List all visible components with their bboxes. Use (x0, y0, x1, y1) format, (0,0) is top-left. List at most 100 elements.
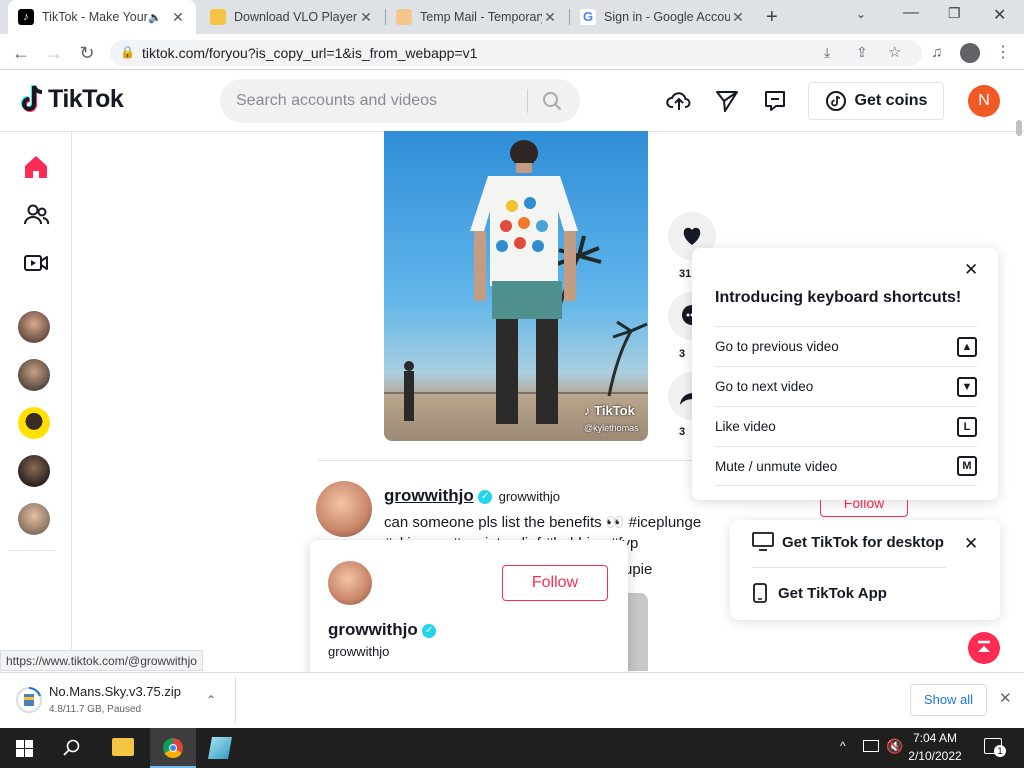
shortcut-row: Go to previous video ▲ (715, 326, 977, 366)
post-follow-button[interactable]: Follow (820, 500, 908, 517)
followed-account-avatar[interactable] (18, 407, 50, 439)
chrome-taskbar-button[interactable] (150, 728, 196, 768)
network-icon[interactable] (863, 740, 879, 752)
shortcut-label: Go to next video (715, 379, 814, 394)
share-icon[interactable]: ⇪ (856, 44, 868, 61)
home-icon[interactable] (22, 153, 50, 181)
clock-time[interactable]: 7:04 AM (904, 731, 966, 745)
get-app-popup: Get TikTok for desktop ✕ Get TikTok App (730, 520, 1000, 620)
tab-search-icon[interactable]: ⌄ (856, 7, 866, 21)
download-filename[interactable]: No.Mans.Sky.v3.75.zip (49, 684, 181, 699)
live-icon[interactable] (22, 249, 50, 277)
hovercard-username[interactable]: growwithjo (328, 620, 418, 639)
windows-start-icon[interactable] (16, 740, 33, 757)
chevron-up-icon[interactable]: ⌃ (206, 693, 216, 707)
get-coins-button[interactable]: Get coins (808, 82, 944, 120)
video-player[interactable]: ♪ TikTok @kylethomas (384, 131, 648, 441)
google-favicon-icon: G (580, 9, 596, 25)
media-control-icon[interactable]: ♫ (926, 42, 948, 64)
post-music[interactable]: upie (624, 561, 652, 578)
shortcut-row: Mute / unmute video M (715, 446, 977, 486)
inbox-send-icon[interactable] (714, 88, 740, 114)
clock-date[interactable]: 2/10/2022 (904, 749, 966, 763)
next-video-thumbnail[interactable] (626, 593, 648, 671)
tab-title: TikTok - Make Your Day (42, 10, 148, 24)
new-tab-icon[interactable]: + (766, 6, 778, 29)
install-app-icon[interactable]: ⤓ (824, 44, 830, 61)
close-tab-icon[interactable]: ✕ (358, 9, 374, 26)
url-bar[interactable]: 🔒 tiktok.com/foryou?is_copy_url=1&is_fro… (110, 40, 922, 66)
getapp-divider (752, 567, 946, 568)
tab-tiktok[interactable]: ♪ TikTok - Make Your Day 🔈 ✕ (8, 0, 196, 34)
scroll-to-top-button[interactable] (968, 632, 1000, 664)
volume-muted-icon[interactable]: 🔇 (886, 738, 903, 755)
followed-account-avatar[interactable] (18, 455, 50, 487)
chrome-icon-center (169, 744, 177, 752)
get-desktop-label: Get TikTok for desktop (782, 533, 944, 551)
messages-icon[interactable] (762, 88, 788, 114)
audio-playing-icon[interactable]: 🔈 (148, 11, 162, 24)
tab-vlo[interactable]: Download VLO Player ✕ (200, 0, 384, 34)
bookmark-star-icon[interactable]: ☆ (888, 43, 901, 61)
app-taskbar-icon[interactable] (208, 737, 232, 759)
windows-taskbar: ^ 🔇 7:04 AM 2/10/2022 1 (0, 728, 1024, 768)
download-bar: No.Mans.Sky.v3.75.zip 4.8/11.7 GB, Pause… (0, 672, 1024, 728)
followed-account-avatar[interactable] (18, 359, 50, 391)
vlo-favicon-icon (210, 9, 226, 25)
post-author-avatar[interactable] (316, 481, 372, 537)
get-desktop-link[interactable]: Get TikTok for desktop (752, 532, 944, 552)
close-download-bar-icon[interactable]: ✕ (999, 689, 1012, 707)
video-frame (384, 140, 648, 424)
taskbar-search-icon[interactable] (63, 739, 81, 757)
tiktok-logo[interactable]: TikTok (20, 84, 124, 114)
m-key-icon: M (957, 456, 977, 476)
file-explorer-icon[interactable] (112, 738, 134, 756)
close-tab-icon[interactable]: ✕ (730, 9, 746, 26)
status-bar-url: https://www.tiktok.com/@growwithjo (0, 650, 203, 671)
search-icon[interactable] (542, 91, 562, 111)
logo-text: TikTok (48, 84, 124, 113)
share-count: 3 (679, 426, 686, 438)
shortcut-label: Mute / unmute video (715, 458, 838, 474)
verified-badge-icon: ✓ (478, 489, 493, 504)
followed-account-avatar[interactable] (18, 311, 50, 343)
reload-icon[interactable]: ↻ (76, 42, 98, 64)
arrow-up-icon (978, 640, 990, 652)
get-coins-label: Get coins (854, 92, 928, 109)
watermark-username: @kylethomas (584, 423, 639, 433)
shortcut-row: Go to next video ▼ (715, 366, 977, 406)
upload-icon[interactable] (666, 88, 692, 114)
forward-icon[interactable]: → (43, 42, 65, 64)
close-tab-icon[interactable]: ✕ (542, 9, 558, 26)
l-key-icon: L (957, 416, 977, 437)
video-watermark: ♪ TikTok (584, 403, 635, 418)
tab-title: Download VLO Player (234, 10, 357, 24)
show-all-button[interactable]: Show all (910, 684, 987, 716)
user-avatar[interactable]: N (968, 85, 1000, 117)
followed-account-avatar[interactable] (18, 503, 50, 535)
hovercard-avatar[interactable] (328, 561, 372, 605)
get-app-link[interactable]: Get TikTok App (752, 583, 887, 603)
restore-icon[interactable]: ❐ (948, 5, 961, 22)
tray-chevron-icon[interactable]: ^ (840, 739, 846, 753)
window-close-icon[interactable]: ✕ (993, 5, 1006, 25)
following-icon[interactable] (22, 201, 50, 229)
search-placeholder: Search accounts and videos (236, 92, 438, 109)
minimize-icon[interactable]: — (903, 4, 919, 22)
search-input[interactable]: Search accounts and videos (220, 79, 580, 123)
download-divider (235, 677, 236, 723)
post-username[interactable]: growwithjo (384, 486, 474, 505)
profile-icon[interactable] (960, 43, 980, 63)
shortcut-label: Go to previous video (715, 339, 839, 354)
hovercard-follow-button[interactable]: Follow (502, 565, 608, 601)
tab-tempmail[interactable]: Temp Mail - Temporary Email ✕ (386, 0, 568, 34)
verified-badge-icon: ✓ (422, 623, 437, 638)
tab-google[interactable]: G Sign in - Google Accounts ✕ (570, 0, 756, 34)
close-tab-icon[interactable]: ✕ (170, 9, 186, 26)
back-icon[interactable]: ← (10, 42, 32, 64)
chrome-menu-icon[interactable]: ⋮ (992, 42, 1014, 64)
close-shortcuts-icon[interactable]: ✕ (964, 260, 978, 280)
page-scrollbar[interactable] (1016, 120, 1022, 136)
close-getapp-icon[interactable]: ✕ (964, 534, 978, 554)
comment-count: 3 (679, 348, 686, 360)
